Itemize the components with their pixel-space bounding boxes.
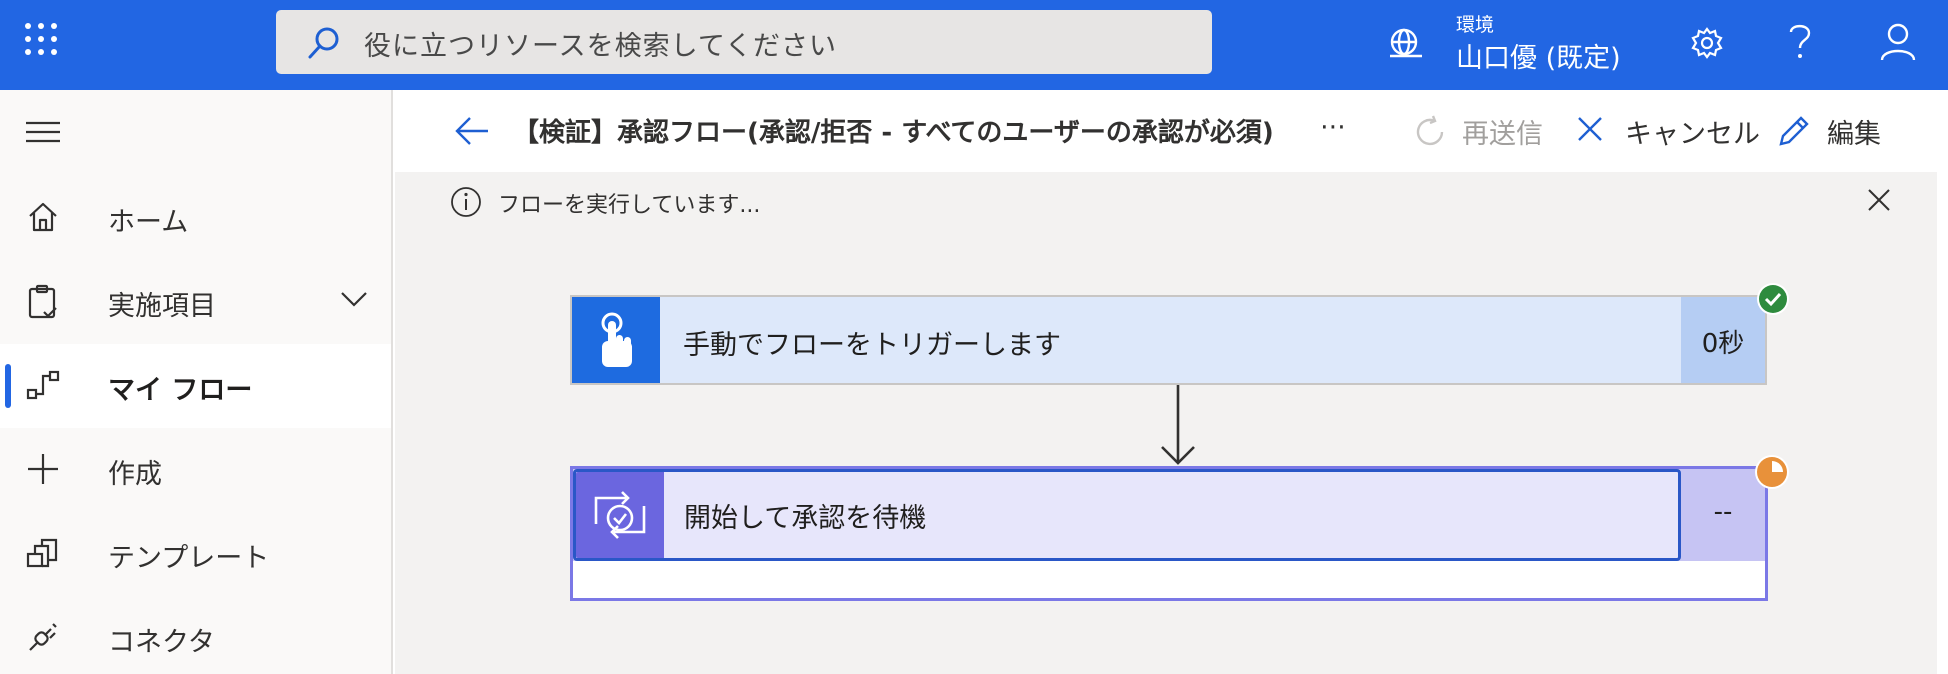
flow-run-title: 【検証】承認フロー(承認/拒否 - すべてのユーザーの承認が必須) (513, 118, 1274, 148)
step-title: 手動でフローをトリガーします (683, 330, 1061, 361)
connector-arrow-icon (1158, 385, 1198, 471)
step-icon-box (576, 472, 664, 558)
step-duration-value: -- (1713, 497, 1733, 527)
left-navigation: ホーム 実施項目 マイ フロー 作成 テンプレート コネクタ (0, 90, 393, 674)
environment-label: 環境 (1456, 14, 1495, 36)
pencil-icon (1777, 114, 1811, 155)
sidebar-item-label: テンプレート (108, 543, 270, 574)
touch-trigger-icon (601, 312, 632, 367)
success-check-icon (1756, 282, 1790, 320)
home-icon (26, 200, 60, 238)
step-duration-value: 0秒 (1701, 329, 1745, 359)
templates-icon (26, 536, 60, 574)
right-edge (1937, 90, 1948, 674)
sidebar-item-create[interactable]: 作成 (0, 428, 391, 512)
approval-step-card[interactable]: 開始して承認を待機 -- (570, 466, 1768, 601)
sidebar-item-label: 作成 (108, 459, 162, 490)
app-root: 役に立つリソースを検索してください 環境 山口優 (既定) ホーム 実施項目 マ… (0, 0, 1948, 674)
sidebar-item-label: コネクタ (108, 627, 215, 658)
app-launcher-icon[interactable] (24, 22, 58, 56)
approval-icon (594, 491, 646, 539)
status-message-bar: フローを実行しています... (395, 172, 1948, 232)
settings-gear-icon[interactable] (1690, 26, 1724, 64)
connector-icon (26, 620, 60, 658)
hamburger-menu-icon[interactable] (26, 120, 60, 148)
dismiss-close-icon[interactable] (1867, 188, 1891, 216)
edit-button[interactable]: 編集 (1777, 110, 1917, 150)
sidebar-item-home[interactable]: ホーム (0, 176, 391, 260)
top-bar: 役に立つリソースを検索してください 環境 山口優 (既定) (0, 0, 1948, 90)
step-header: 開始して承認を待機 -- (573, 469, 1765, 561)
sidebar-item-action-items[interactable]: 実施項目 (0, 260, 391, 344)
search-placeholder: 役に立つリソースを検索してください (364, 31, 838, 62)
step-icon-box (572, 297, 660, 383)
search-input[interactable]: 役に立つリソースを検索してください (276, 10, 1212, 74)
more-options-icon[interactable]: ⋯ (1320, 112, 1346, 142)
sidebar-item-my-flows[interactable]: マイ フロー (0, 344, 391, 428)
trigger-step-card[interactable]: 手動でフローをトリガーします 0秒 (570, 295, 1767, 385)
sidebar-item-label: ホーム (108, 207, 189, 238)
info-icon (450, 186, 482, 222)
plus-icon (26, 452, 60, 490)
refresh-icon (1412, 114, 1448, 157)
sidebar-item-label: マイ フロー (108, 375, 253, 406)
sidebar-item-templates[interactable]: テンプレート (0, 512, 391, 596)
help-icon[interactable] (1788, 22, 1812, 66)
search-icon (306, 25, 342, 65)
edit-label: 編集 (1827, 119, 1881, 150)
running-status-icon (1754, 454, 1790, 494)
chevron-down-icon[interactable] (340, 290, 368, 312)
cancel-label: キャンセル (1625, 119, 1760, 150)
clipboard-icon (26, 284, 60, 324)
status-message: フローを実行しています... (498, 193, 761, 218)
environment-globe-icon[interactable] (1386, 24, 1426, 68)
account-icon[interactable] (1880, 22, 1916, 66)
step-duration: 0秒 (1681, 297, 1765, 383)
resubmit-button[interactable]: 再送信 (1412, 110, 1572, 150)
step-title: 開始して承認を待機 (684, 503, 927, 534)
cancel-button[interactable]: キャンセル (1575, 110, 1775, 150)
flow-icon (26, 368, 60, 406)
resubmit-label: 再送信 (1462, 119, 1543, 150)
sidebar-item-label: 実施項目 (108, 291, 216, 322)
step-header-main: 開始して承認を待機 (573, 469, 1681, 561)
environment-name[interactable]: 山口優 (既定) (1456, 36, 1621, 75)
command-bar: 【検証】承認フロー(承認/拒否 - すべてのユーザーの承認が必須) ⋯ 再送信 … (395, 90, 1948, 172)
back-arrow-icon[interactable] (455, 116, 489, 150)
flow-run-canvas: 手動でフローをトリガーします 0秒 開始して承認を待機 -- (395, 232, 1948, 674)
sidebar-item-connectors[interactable]: コネクタ (0, 596, 391, 674)
close-icon (1575, 114, 1605, 151)
